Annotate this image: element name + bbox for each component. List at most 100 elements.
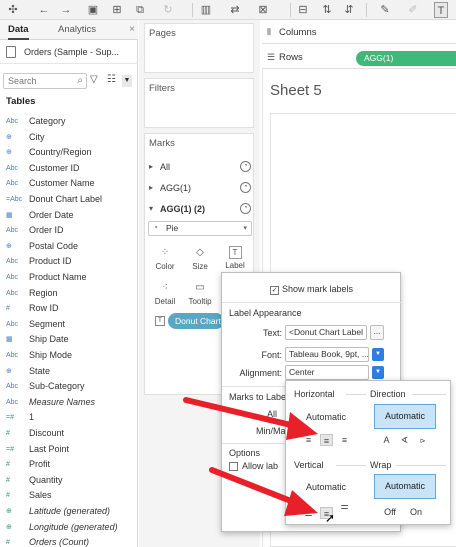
- label-button[interactable]: T Label: [219, 242, 251, 276]
- field-name: Ship Date: [29, 334, 69, 345]
- wrap-on-option[interactable]: On: [406, 507, 426, 517]
- pie-mark-icon: ◔: [240, 161, 251, 172]
- field-item[interactable]: # Orders (Count): [0, 535, 138, 547]
- horizontal-automatic-option[interactable]: Automatic: [296, 412, 356, 422]
- filters-card[interactable]: Filters: [144, 78, 254, 128]
- label-icon[interactable]: T: [434, 2, 448, 18]
- minmax-option[interactable]: Min/Ma: [256, 426, 286, 436]
- field-item[interactable]: ⊕ State: [0, 364, 138, 379]
- back-icon[interactable]: ←: [38, 2, 50, 18]
- field-item[interactable]: ⊕ City: [0, 130, 138, 145]
- valign-bottom-icon[interactable]: ⚌: [338, 500, 351, 512]
- align-center-icon[interactable]: ≡: [320, 434, 333, 446]
- field-item[interactable]: Abc Product ID: [0, 254, 138, 269]
- direction-right-icon[interactable]: ⪧: [416, 434, 429, 446]
- field-item[interactable]: # Sales: [0, 488, 138, 503]
- chevron-down-icon[interactable]: ▼: [372, 348, 384, 361]
- align-left-icon[interactable]: ≡: [302, 434, 315, 446]
- direction-up-icon[interactable]: A: [380, 434, 393, 446]
- allow-labels-checkbox[interactable]: [229, 462, 238, 471]
- pane-tabs: Data Analytics ×: [0, 20, 138, 40]
- tab-analytics[interactable]: Analytics: [58, 20, 96, 40]
- detail-button[interactable]: ⁖ Detail: [149, 277, 181, 311]
- refresh-icon[interactable]: ↻: [160, 2, 176, 18]
- wrap-off-option[interactable]: Off: [380, 507, 400, 517]
- text-field[interactable]: <Donut Chart Label: [285, 325, 367, 340]
- field-item[interactable]: Abc Measure Names: [0, 395, 138, 410]
- save-icon[interactable]: ▣: [87, 2, 99, 18]
- clear-icon[interactable]: ⊠: [256, 2, 270, 18]
- chevron-down-icon[interactable]: ▼: [372, 366, 384, 379]
- field-item[interactable]: =Abc Donut Chart Label: [0, 192, 138, 207]
- valign-top-icon[interactable]: ⚊: [302, 507, 315, 519]
- field-name: Sales: [29, 490, 52, 501]
- field-item[interactable]: =# 1: [0, 410, 138, 425]
- field-name: Latitude (generated): [29, 506, 111, 516]
- chevron-down-icon: ▾: [149, 204, 154, 213]
- sort-desc-icon[interactable]: ⇵: [342, 2, 356, 18]
- datasource-item[interactable]: Orders (Sample - Sup...: [0, 40, 138, 64]
- field-item[interactable]: Abc Customer ID: [0, 161, 138, 176]
- field-item[interactable]: Abc Sub-Category: [0, 379, 138, 394]
- font-field[interactable]: Tableau Book, 9pt, ...: [285, 347, 369, 362]
- field-name: Profit: [29, 459, 51, 470]
- group-icon[interactable]: ⊟: [296, 2, 310, 18]
- field-item[interactable]: ⊕ Longitude (generated): [0, 520, 138, 535]
- marks-row-agg1-2[interactable]: ▾ AGG(1) (2) ◔: [145, 200, 255, 218]
- chart-icon[interactable]: ▥: [198, 2, 214, 18]
- label-pill[interactable]: Donut Chart Label: [168, 313, 224, 329]
- field-item[interactable]: Abc Product Name: [0, 270, 138, 285]
- direction-automatic-option[interactable]: Automatic: [374, 404, 436, 429]
- sort-asc-icon[interactable]: ⇅: [320, 2, 334, 18]
- close-icon[interactable]: ×: [129, 20, 135, 40]
- marks-row-label: All: [160, 162, 171, 172]
- pen-icon[interactable]: ✐: [406, 2, 420, 18]
- marks-row-all[interactable]: ▸ All ◔: [145, 158, 255, 176]
- duplicate-icon[interactable]: ⧉: [133, 2, 147, 18]
- tooltip-button[interactable]: ▭ Tooltip: [184, 277, 216, 311]
- tableau-logo-icon[interactable]: ✣: [6, 2, 20, 18]
- field-item[interactable]: Abc Customer Name: [0, 176, 138, 191]
- direction-left-icon[interactable]: ∢: [398, 434, 411, 446]
- field-item[interactable]: Abc Region: [0, 286, 138, 301]
- chevron-down-icon[interactable]: ▼: [122, 75, 132, 87]
- alignment-field[interactable]: Center: [285, 365, 369, 380]
- search-input[interactable]: [4, 74, 70, 88]
- field-item[interactable]: Abc Segment: [0, 317, 138, 332]
- view-list-icon[interactable]: ☷: [107, 74, 116, 85]
- wrap-automatic-option[interactable]: Automatic: [374, 474, 436, 499]
- columns-shelf[interactable]: ⦀ Columns: [262, 22, 456, 44]
- field-item[interactable]: =# Last Point: [0, 442, 138, 457]
- new-datasource-icon[interactable]: ⊞: [110, 2, 124, 18]
- size-button[interactable]: ◇ Size: [184, 242, 216, 276]
- field-item[interactable]: Abc Category: [0, 114, 138, 129]
- mark-type-select[interactable]: ◔ Pie ▾: [148, 221, 252, 236]
- field-item[interactable]: ⊕ Country/Region: [0, 145, 138, 160]
- forward-icon[interactable]: →: [60, 2, 72, 18]
- filter-icon[interactable]: ▽: [90, 74, 98, 85]
- swap-icon[interactable]: ⇄: [228, 2, 242, 18]
- field-item[interactable]: ⊕ Postal Code: [0, 239, 138, 254]
- field-item[interactable]: # Profit: [0, 457, 138, 472]
- vertical-automatic-option[interactable]: Automatic: [296, 482, 356, 492]
- field-item[interactable]: Abc Order ID: [0, 223, 138, 238]
- all-option[interactable]: All: [267, 409, 277, 419]
- tab-data[interactable]: Data: [8, 20, 29, 40]
- field-item[interactable]: Abc Ship Mode: [0, 348, 138, 363]
- field-item[interactable]: ▦ Order Date: [0, 208, 138, 223]
- pages-card[interactable]: Pages: [144, 23, 254, 73]
- field-item[interactable]: # Quantity: [0, 473, 138, 488]
- show-mark-labels-checkbox[interactable]: ✓: [270, 286, 279, 295]
- marks-row-agg1[interactable]: ▸ AGG(1) ◔: [145, 179, 255, 197]
- color-button[interactable]: ⁘ Color: [149, 242, 181, 276]
- highlight-icon[interactable]: ✎: [378, 2, 392, 18]
- field-item[interactable]: # Discount: [0, 426, 138, 441]
- measure-type-icon: =#: [6, 414, 14, 422]
- field-item[interactable]: ⊕ Latitude (generated): [0, 504, 138, 519]
- text-edit-button[interactable]: ...: [370, 325, 384, 340]
- chevron-down-icon: ▾: [243, 225, 247, 232]
- rows-pill[interactable]: AGG(1): [356, 51, 456, 66]
- field-item[interactable]: # Row ID: [0, 301, 138, 316]
- align-right-icon[interactable]: ≡: [338, 434, 351, 446]
- field-item[interactable]: ▦ Ship Date: [0, 332, 138, 347]
